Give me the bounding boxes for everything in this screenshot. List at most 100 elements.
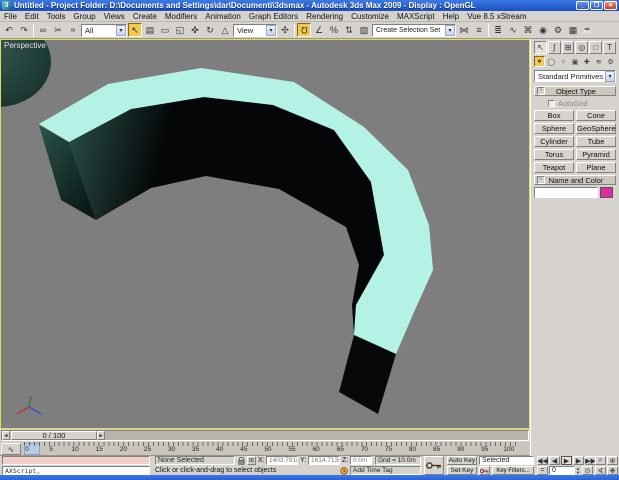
select-and-scale-icon[interactable]: △	[218, 23, 232, 37]
select-and-manipulate-icon[interactable]: ✣	[278, 23, 292, 37]
selection-lock-icon[interactable]	[238, 456, 246, 465]
select-by-name-icon[interactable]: ▤	[143, 23, 157, 37]
zoom-all-icon[interactable]: ⊕	[607, 456, 618, 465]
menu-animation[interactable]: Animation	[201, 12, 245, 21]
tab-motion[interactable]: ◎	[575, 41, 588, 54]
subtab-cameras[interactable]: ▣	[570, 56, 581, 67]
object-type-button-box[interactable]: Box	[534, 110, 574, 121]
auto-key-button[interactable]: Auto Key	[447, 456, 477, 465]
next-frame-icon[interactable]: ▶	[573, 456, 584, 465]
subtab-systems[interactable]: ⚙	[605, 56, 616, 67]
curve-editor-icon[interactable]: ∿	[506, 23, 520, 37]
quick-render-icon[interactable]: ☕	[581, 23, 595, 37]
menu-customize[interactable]: Customize	[347, 12, 393, 21]
collapse-icon[interactable]: -	[537, 87, 545, 95]
subtab-shapes[interactable]: ◯	[546, 56, 557, 67]
play-icon[interactable]: ▶	[561, 456, 572, 465]
menu-tools[interactable]: Tools	[43, 12, 70, 21]
collapse-icon[interactable]: -	[537, 176, 545, 184]
render-setup-icon[interactable]: ⚙	[551, 23, 565, 37]
viewport-perspective[interactable]: Perspective	[0, 39, 530, 429]
snaps-toggle-icon[interactable]: Ω	[297, 23, 311, 37]
background-object-blob[interactable]	[1, 40, 51, 107]
named-selection-sets-icon[interactable]: ▧	[357, 23, 371, 37]
object-type-button-tube[interactable]: Tube	[576, 136, 616, 147]
z-coordinate-field[interactable]: 0.0m	[350, 456, 372, 465]
tab-utilities[interactable]: T	[603, 41, 616, 54]
category-dropdown[interactable]: Standard Primitives ▾	[534, 70, 616, 82]
field-of-view-icon[interactable]: ∢	[595, 466, 606, 475]
menu-graph-editors[interactable]: Graph Editors	[245, 12, 302, 21]
name-color-rollout-header[interactable]: - Name and Color	[534, 175, 616, 185]
tab-create[interactable]: ↖	[534, 41, 547, 54]
object-type-button-cylinder[interactable]: Cylinder	[534, 136, 574, 147]
track-bar[interactable]: ∿ 05101520253035404550556065707580859095…	[0, 442, 530, 456]
object-type-button-pyramid[interactable]: Pyramid	[576, 149, 616, 160]
subtab-geometry[interactable]: ●	[534, 56, 545, 67]
select-and-rotate-icon[interactable]: ↻	[203, 23, 217, 37]
time-configuration-icon[interactable]: ⊙	[582, 466, 593, 475]
unlink-selection-icon[interactable]: ✂	[51, 23, 65, 37]
schematic-view-icon[interactable]: ⌘	[521, 23, 535, 37]
autogrid-checkbox[interactable]	[548, 100, 555, 107]
menu-modifiers[interactable]: Modifiers	[161, 12, 201, 21]
select-and-link-icon[interactable]: ∞	[36, 23, 50, 37]
pan-icon[interactable]: ✥	[607, 466, 618, 475]
time-slider-prev-arrow[interactable]: ◄	[2, 431, 10, 440]
minimize-button[interactable]: _	[576, 1, 589, 10]
time-slider-track[interactable]: ◄ 0 / 100 ►	[1, 430, 529, 441]
object-type-rollout-header[interactable]: - Object Type	[534, 86, 616, 96]
current-frame-field[interactable]: 0	[549, 466, 575, 475]
mirror-icon[interactable]: ⋈	[457, 23, 471, 37]
rendered-frame-icon[interactable]: ▦	[566, 23, 580, 37]
tab-modify[interactable]: ∫	[548, 41, 561, 54]
named-selection-set-dropdown[interactable]: Create Selection Set ▾	[372, 24, 456, 37]
object-type-button-geosphere[interactable]: GeoSphere	[576, 123, 616, 134]
time-slider-handle[interactable]: 0 / 100	[11, 431, 97, 440]
go-to-start-icon[interactable]: ◀◀	[537, 456, 548, 465]
zoom-icon[interactable]: ⌕	[595, 456, 606, 465]
menu-file[interactable]: File	[0, 12, 21, 21]
key-mode-toggle-icon[interactable]: =	[537, 466, 548, 475]
time-slider-next-arrow[interactable]: ►	[97, 431, 105, 440]
selection-filter-dropdown[interactable]: All ▾	[81, 24, 127, 37]
subtab-helpers[interactable]: ✚	[581, 56, 592, 67]
maxscript-listener-field[interactable]: AXScript,	[2, 466, 150, 475]
key-filters-button[interactable]: Key Filters...	[492, 466, 534, 475]
subtab-spacewarps[interactable]: ≋	[593, 56, 604, 67]
y-coordinate-field[interactable]: 1614.713m	[308, 456, 340, 465]
maximize-button[interactable]: ❐	[590, 1, 603, 10]
layer-manager-icon[interactable]: ≣	[491, 23, 505, 37]
object-name-field[interactable]	[534, 187, 598, 198]
spinner-down-icon[interactable]: ▼	[576, 471, 580, 475]
object-type-button-cone[interactable]: Cone	[576, 110, 616, 121]
absolute-offset-toggle-icon[interactable]: ⊞	[247, 456, 256, 465]
object-type-button-torus[interactable]: Torus	[534, 149, 574, 160]
percent-snap-icon[interactable]: %	[327, 23, 341, 37]
object-type-button-teapot[interactable]: Teapot	[534, 162, 574, 173]
mini-curve-editor-button[interactable]: ∿	[1, 443, 21, 455]
redo-icon[interactable]: ↷	[17, 23, 31, 37]
align-icon[interactable]: ≡	[472, 23, 486, 37]
rect-selection-region-icon[interactable]: ▭	[158, 23, 172, 37]
reference-coordsys-dropdown[interactable]: View ▾	[233, 24, 277, 37]
select-and-move-icon[interactable]: ✜	[188, 23, 202, 37]
new-key-icon[interactable]	[479, 466, 490, 475]
select-object-icon[interactable]: ↖	[128, 23, 142, 37]
bind-to-spacewarp-icon[interactable]: ≈	[66, 23, 80, 37]
spinner-snap-icon[interactable]: ⇅	[342, 23, 356, 37]
angle-snap-icon[interactable]: ∠	[312, 23, 326, 37]
menu-maxscript[interactable]: MAXScript	[393, 12, 439, 21]
menu-edit[interactable]: Edit	[21, 12, 43, 21]
frame-spinner[interactable]: ▲ ▼	[576, 466, 580, 475]
viewport-label[interactable]: Perspective	[4, 41, 46, 50]
add-time-tag-button[interactable]: Add Time Tag	[350, 466, 421, 475]
chevron-down-icon[interactable]: ▾	[266, 25, 276, 36]
tab-display[interactable]: □	[589, 41, 602, 54]
menu-group[interactable]: Group	[69, 12, 99, 21]
selected-set-dropdown[interactable]: Selected	[479, 456, 534, 465]
close-button[interactable]: ✕	[604, 1, 617, 10]
menu-views[interactable]: Views	[100, 12, 129, 21]
menu-help[interactable]: Help	[439, 12, 463, 21]
menu-rendering[interactable]: Rendering	[302, 12, 347, 21]
